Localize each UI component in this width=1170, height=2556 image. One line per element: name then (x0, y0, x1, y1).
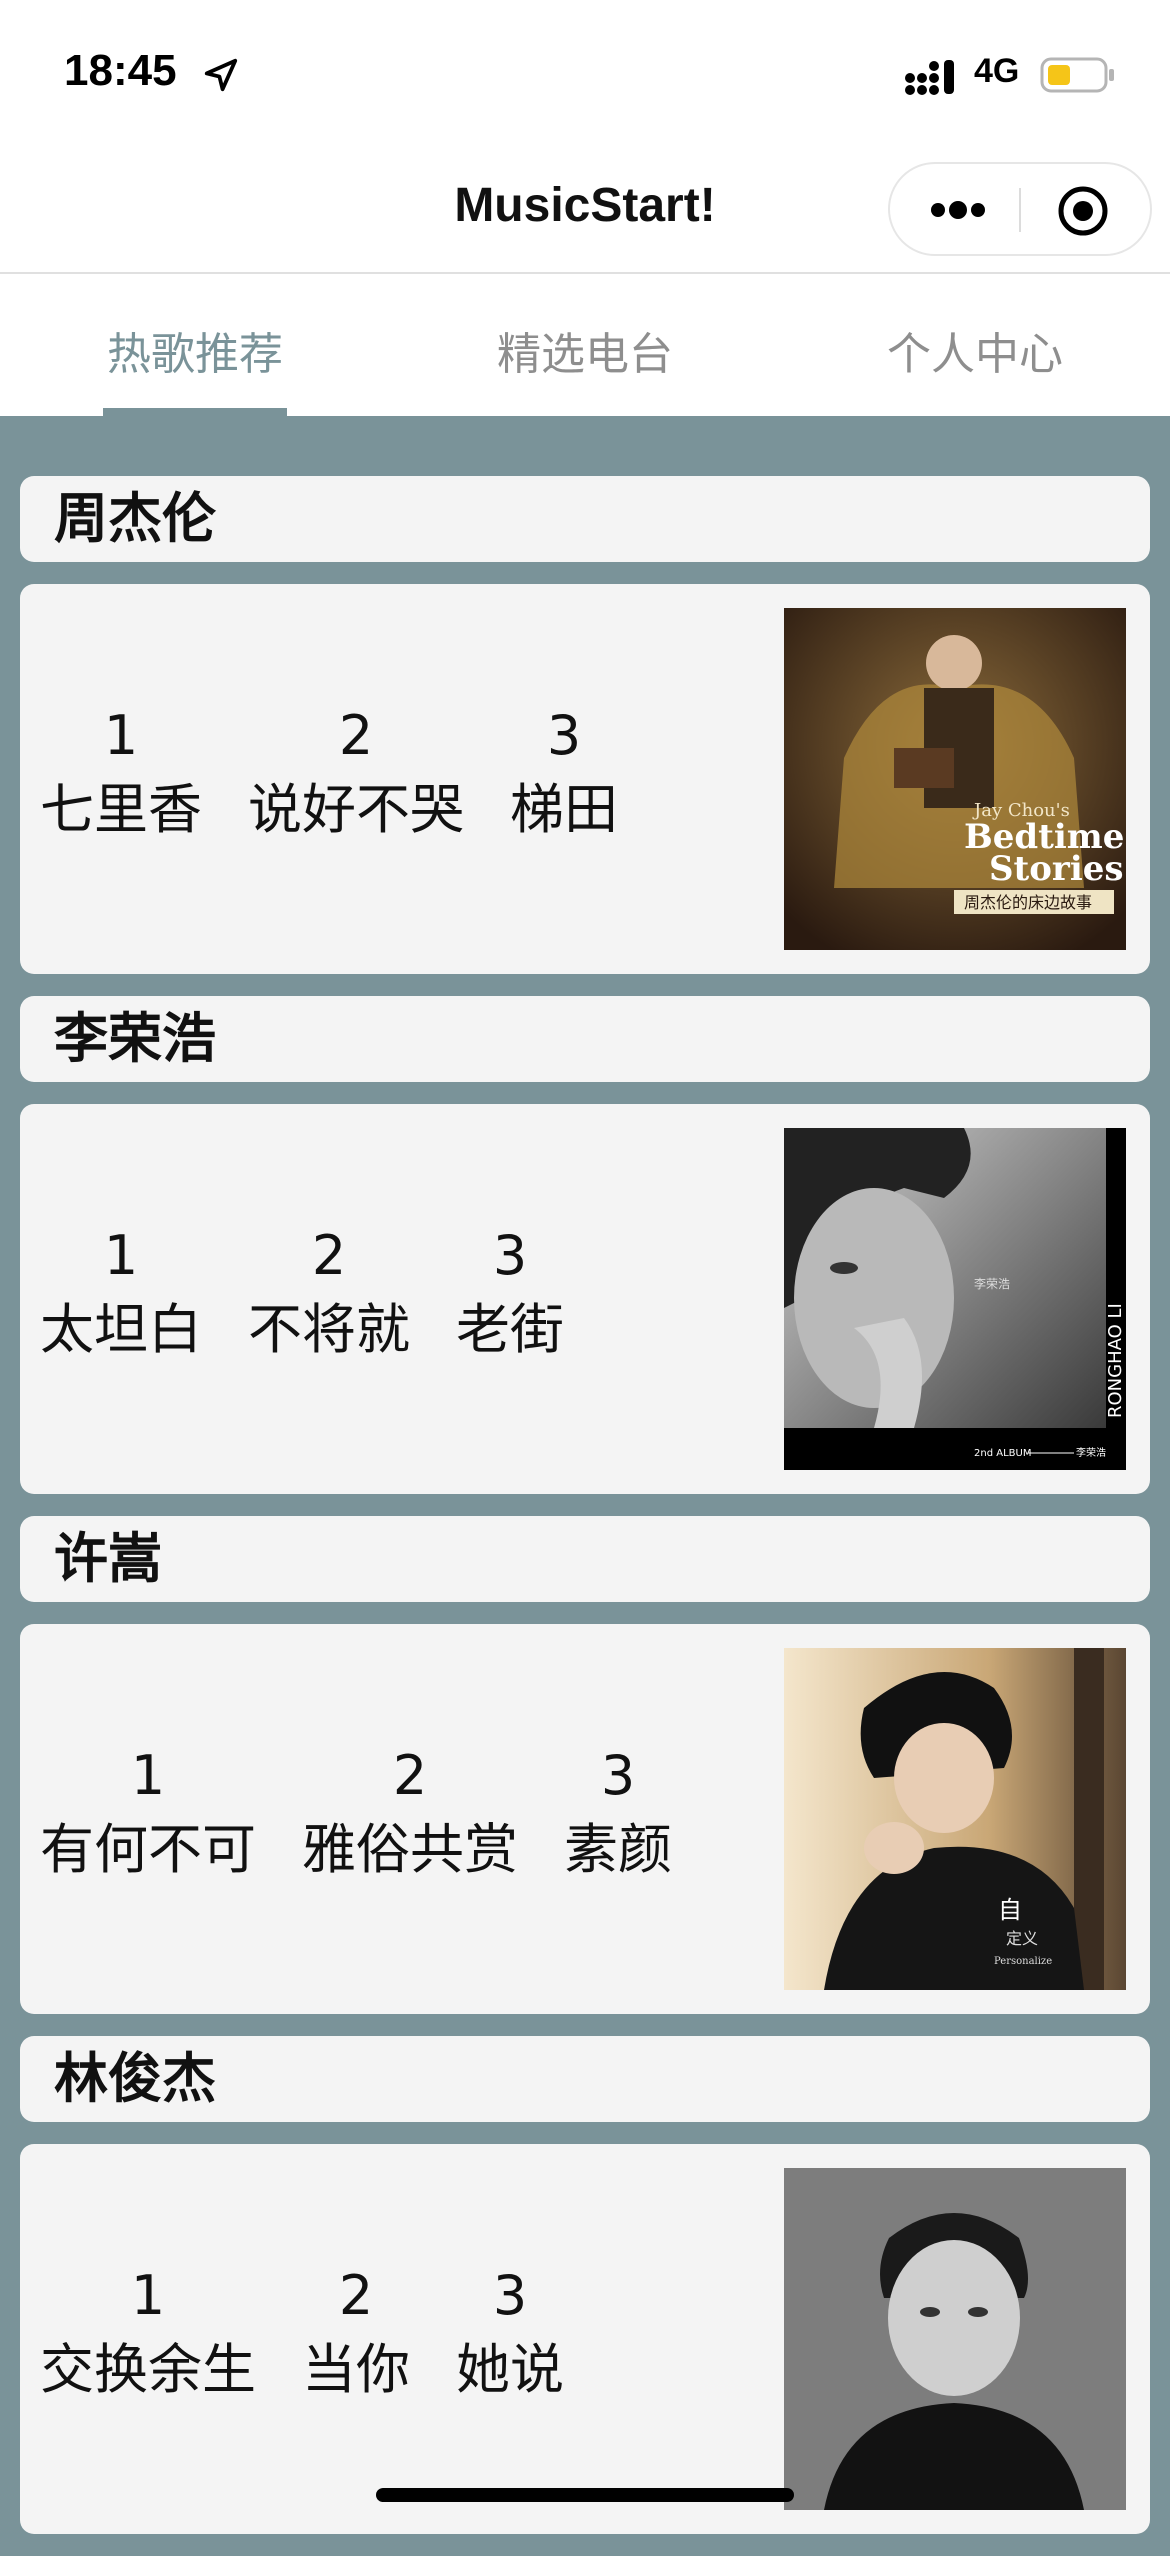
song-item[interactable]: 2 不将就 (248, 1222, 410, 1370)
artist-name: 周杰伦 (20, 476, 1150, 562)
song-item[interactable]: 3 梯田 (510, 702, 618, 850)
capsule-divider (1019, 188, 1021, 232)
song-rank: 1 (103, 704, 139, 767)
song-list: 1 交换余生 2 当你 3 她说 (40, 2262, 564, 2410)
status-bar: 18:45 4G (0, 0, 1170, 150)
network-type: 4G (974, 52, 1020, 90)
song-title: 当你 (302, 2338, 410, 2401)
song-title: 有何不可 (40, 1818, 256, 1881)
svg-text:2nd ALBUM: 2nd ALBUM (974, 1448, 1031, 1459)
song-rank: 1 (103, 1224, 139, 1287)
tab-label: 热歌推荐 (107, 329, 283, 380)
artist-name: 李荣浩 (20, 996, 1150, 1082)
tab-profile[interactable]: 个人中心 (780, 274, 1170, 416)
song-title: 说好不哭 (248, 778, 464, 841)
song-title: 太坦白 (40, 1298, 202, 1361)
artist-name: 林俊杰 (20, 2036, 1150, 2122)
location-arrow-icon (204, 58, 238, 92)
status-time: 18:45 (64, 46, 177, 95)
song-item[interactable]: 3 素颜 (564, 1742, 672, 1890)
artist-section: 李荣浩 1 太坦白 2 不将就 3 老街 李荣浩 RONGHAO LI 2nd … (20, 996, 1150, 1494)
album-cover[interactable]: 李荣浩 RONGHAO LI 2nd ALBUM 李荣浩 (784, 1128, 1126, 1470)
song-title: 雅俗共赏 (302, 1818, 518, 1881)
home-indicator (376, 2488, 794, 2502)
song-item[interactable]: 2 当你 (302, 2262, 410, 2410)
svg-text:李荣浩: 李荣浩 (1076, 1446, 1106, 1459)
svg-text:李荣浩: 李荣浩 (974, 1276, 1010, 1291)
song-item[interactable]: 2 说好不哭 (248, 702, 464, 850)
song-rank: 1 (130, 1744, 166, 1807)
artist-list: 周杰伦 1 七里香 2 说好不哭 3 梯田 Jay Chou's Bedtime… (20, 476, 1150, 2556)
svg-text:Personalize: Personalize (994, 1956, 1052, 1967)
tab-radio[interactable]: 精选电台 (390, 274, 780, 416)
mini-program-capsule (888, 162, 1152, 256)
song-title: 梯田 (510, 778, 618, 841)
song-card: 1 七里香 2 说好不哭 3 梯田 Jay Chou's Bedtime Sto… (20, 584, 1150, 974)
song-rank: 2 (338, 704, 374, 767)
artist-section: 周杰伦 1 七里香 2 说好不哭 3 梯田 Jay Chou's Bedtime… (20, 476, 1150, 974)
artist-name: 许嵩 (20, 1516, 1150, 1602)
song-item[interactable]: 3 老街 (456, 1222, 564, 1370)
nav-bar: MusicStart! (0, 150, 1170, 274)
song-card: 1 有何不可 2 雅俗共赏 3 素颜 自 定义 Personalize (20, 1624, 1150, 2014)
song-rank: 1 (130, 2264, 166, 2327)
tab-bar: 热歌推荐 精选电台 个人中心 (0, 274, 1170, 416)
song-rank: 3 (492, 1224, 528, 1287)
song-list: 1 有何不可 2 雅俗共赏 3 素颜 (40, 1742, 672, 1890)
song-rank: 3 (600, 1744, 636, 1807)
battery-icon (1040, 57, 1114, 93)
tab-active-indicator (103, 408, 287, 416)
svg-text:RONGHAO LI: RONGHAO LI (1105, 1303, 1126, 1418)
signal-icon (905, 60, 954, 95)
more-icon[interactable] (928, 196, 988, 224)
artist-section: 许嵩 1 有何不可 2 雅俗共赏 3 素颜 自 定义 Personalize (20, 1516, 1150, 2014)
tab-label: 个人中心 (887, 329, 1063, 380)
song-rank: 3 (546, 704, 582, 767)
song-title: 老街 (456, 1298, 564, 1361)
song-item[interactable]: 1 七里香 (40, 702, 202, 850)
album-cover[interactable]: Jay Chou's Bedtime Stories 周杰伦的床边故事 (784, 608, 1126, 950)
song-title: 素颜 (564, 1818, 672, 1881)
tab-hot-songs[interactable]: 热歌推荐 (0, 274, 390, 416)
album-cover[interactable] (784, 2168, 1126, 2510)
song-list: 1 七里香 2 说好不哭 3 梯田 (40, 702, 618, 850)
song-item[interactable]: 1 有何不可 (40, 1742, 256, 1890)
svg-text:周杰伦的床边故事: 周杰伦的床边故事 (964, 893, 1092, 912)
song-item[interactable]: 1 交换余生 (40, 2262, 256, 2410)
song-card: 1 太坦白 2 不将就 3 老街 李荣浩 RONGHAO LI 2nd ALBU… (20, 1104, 1150, 1494)
song-title: 她说 (456, 2338, 564, 2401)
song-rank: 3 (492, 2264, 528, 2327)
song-rank: 2 (392, 1744, 428, 1807)
song-title: 交换余生 (40, 2338, 256, 2401)
song-title: 七里香 (40, 778, 202, 841)
song-item[interactable]: 2 雅俗共赏 (302, 1742, 518, 1890)
svg-text:自: 自 (998, 1896, 1022, 1924)
target-icon[interactable] (1056, 184, 1110, 238)
song-item[interactable]: 3 她说 (456, 2262, 564, 2410)
artist-section: 林俊杰 1 交换余生 2 当你 3 她说 (20, 2036, 1150, 2534)
tab-label: 精选电台 (497, 329, 673, 380)
svg-text:Stories: Stories (989, 849, 1124, 889)
song-card: 1 交换余生 2 当你 3 她说 (20, 2144, 1150, 2534)
album-cover[interactable]: 自 定义 Personalize (784, 1648, 1126, 1990)
song-rank: 2 (338, 2264, 374, 2327)
song-list: 1 太坦白 2 不将就 3 老街 (40, 1222, 564, 1370)
song-title: 不将就 (248, 1298, 410, 1361)
song-rank: 2 (311, 1224, 347, 1287)
svg-text:定义: 定义 (1006, 1929, 1038, 1948)
song-item[interactable]: 1 太坦白 (40, 1222, 202, 1370)
